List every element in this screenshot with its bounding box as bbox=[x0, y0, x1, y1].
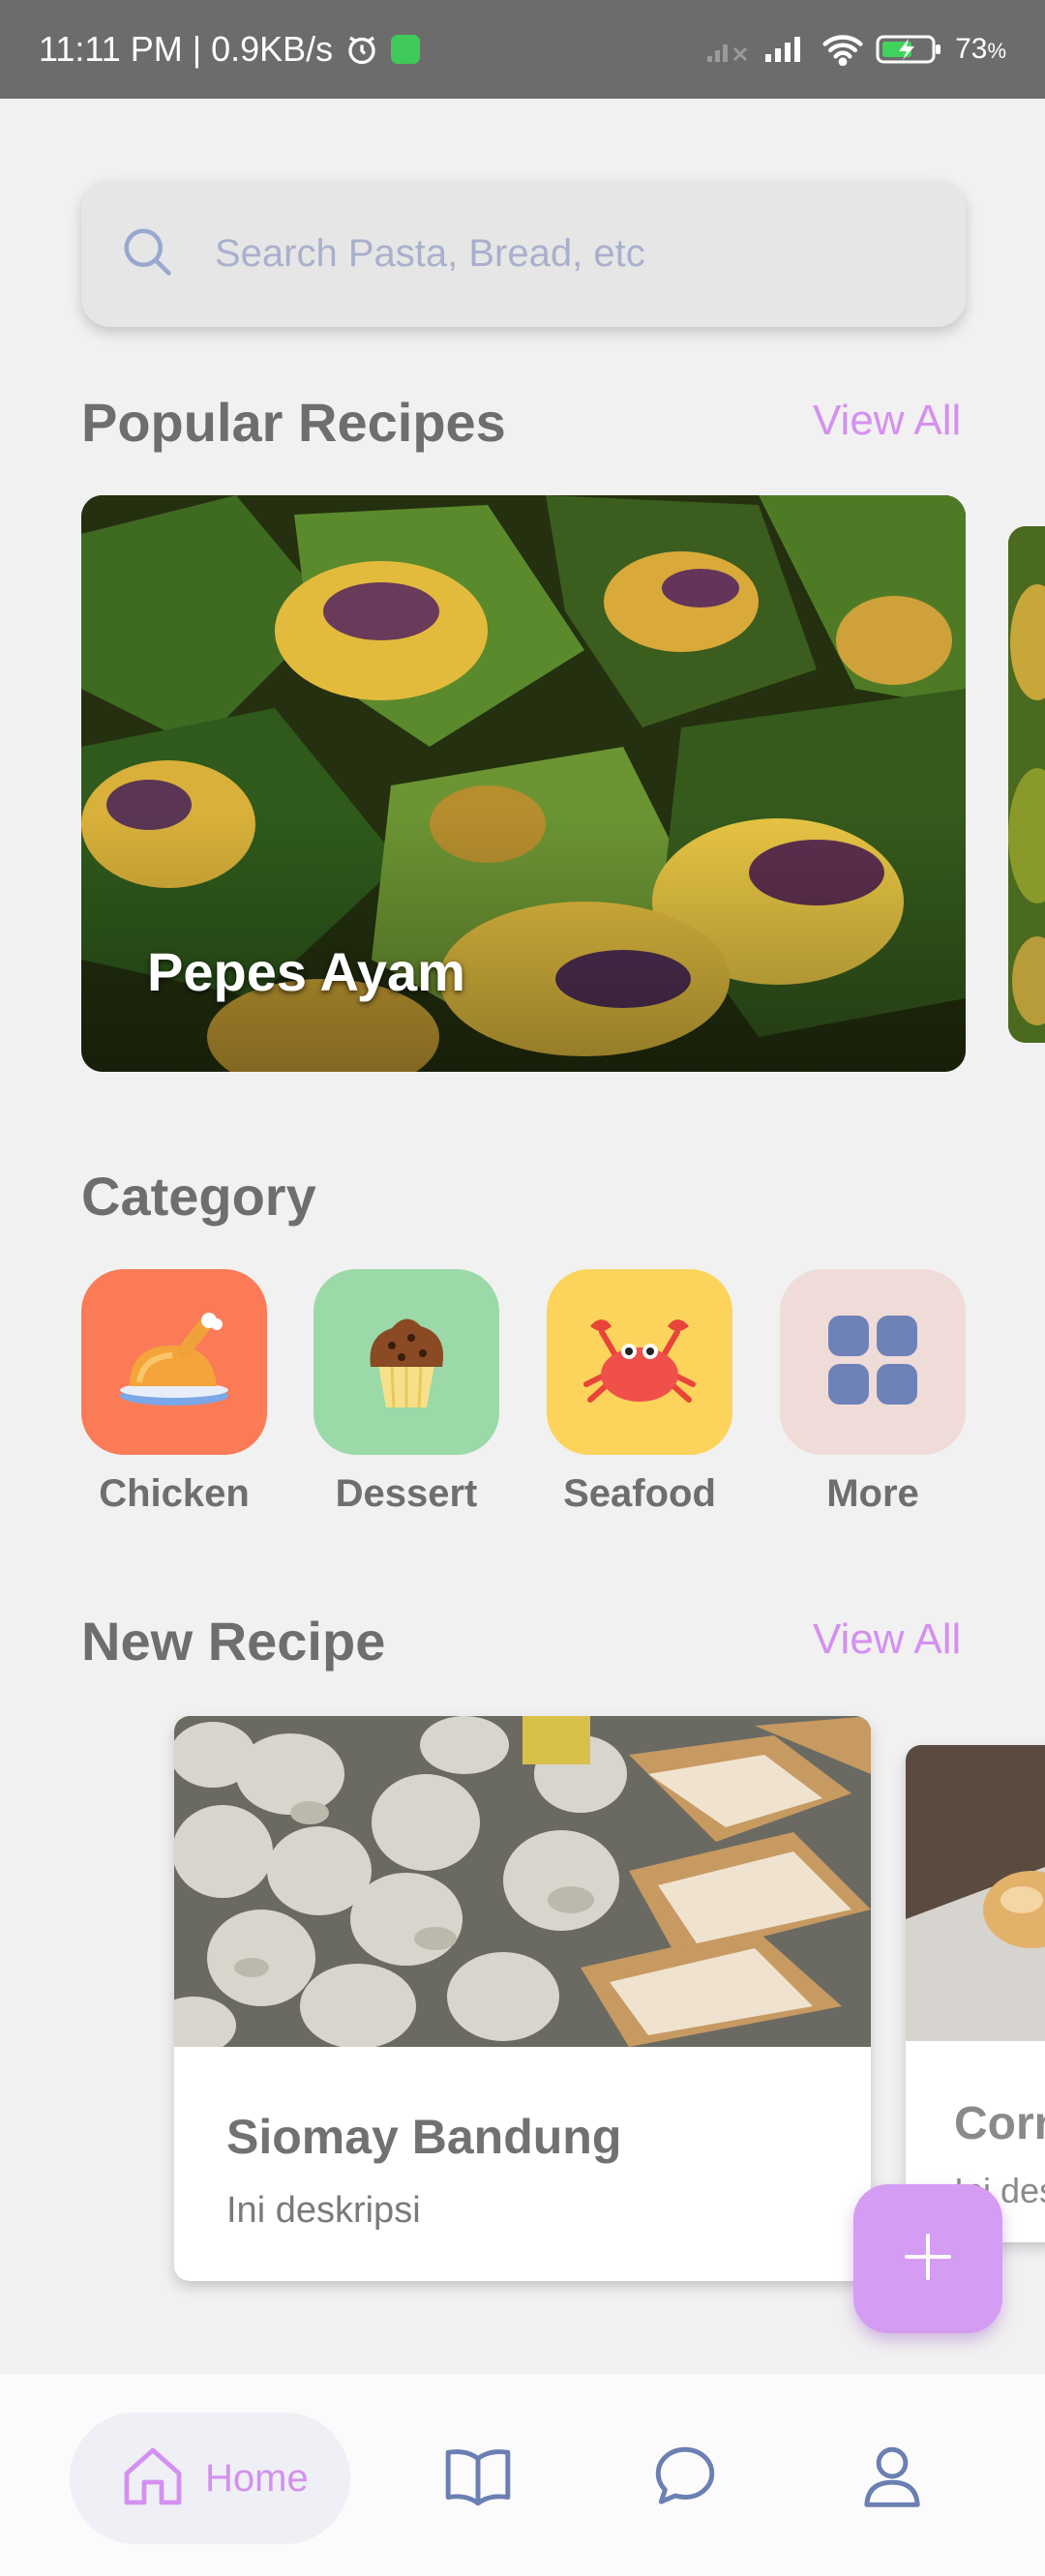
search-input[interactable] bbox=[215, 231, 950, 276]
nav-recipes[interactable] bbox=[432, 2432, 524, 2525]
nav-chat[interactable] bbox=[639, 2432, 732, 2525]
new-recipe-view-all-link[interactable]: View All bbox=[813, 1615, 961, 1664]
nav-profile[interactable] bbox=[846, 2432, 939, 2525]
popular-recipe-title: Pepes Ayam bbox=[147, 941, 465, 1002]
alarm-icon bbox=[344, 32, 379, 67]
user-icon bbox=[856, 2441, 928, 2517]
add-recipe-button[interactable] bbox=[853, 2184, 1002, 2333]
battery-value: 73 bbox=[955, 33, 988, 65]
new-recipe-next-name: Corn bbox=[954, 2098, 1045, 2149]
new-recipe-name: Siomay Bandung bbox=[226, 2110, 622, 2164]
plus-icon bbox=[903, 2232, 953, 2287]
new-recipe-image bbox=[174, 1716, 871, 2047]
status-left: 11:11 PM | 0.9KB/s bbox=[39, 29, 421, 70]
status-right: 73% bbox=[705, 33, 1006, 66]
battery-level: 73% bbox=[955, 33, 1006, 66]
muffin-icon bbox=[363, 1307, 450, 1418]
popular-recipe-card-next[interactable] bbox=[1008, 526, 1045, 1043]
category-title: Category bbox=[81, 1166, 316, 1227]
nav-home[interactable]: Home bbox=[70, 2413, 350, 2544]
category-chicken[interactable] bbox=[81, 1269, 267, 1455]
search-icon bbox=[118, 222, 176, 285]
status-bar: 11:11 PM | 0.9KB/s 73% bbox=[0, 0, 1045, 99]
new-recipe-title: New Recipe bbox=[81, 1611, 386, 1672]
app-notification-icon bbox=[391, 35, 421, 64]
nav-home-label: Home bbox=[205, 2456, 309, 2500]
signal-icon bbox=[763, 35, 810, 64]
new-recipe-card[interactable]: Siomay Bandung Ini deskripsi bbox=[174, 1716, 871, 2281]
popular-recipe-next-image bbox=[1008, 526, 1045, 1043]
popular-recipes-title: Popular Recipes bbox=[81, 392, 506, 453]
category-label-more: More bbox=[826, 1472, 919, 1515]
signal-off-icon bbox=[705, 35, 752, 64]
home-icon bbox=[118, 2442, 188, 2516]
category-dessert[interactable] bbox=[314, 1269, 499, 1455]
wifi-icon bbox=[821, 33, 864, 66]
category-label-dessert: Dessert bbox=[335, 1472, 478, 1515]
chat-bubble-icon bbox=[649, 2441, 721, 2517]
category-more[interactable] bbox=[780, 1269, 966, 1455]
popular-recipe-card[interactable]: Pepes Ayam bbox=[81, 495, 966, 1072]
book-icon bbox=[442, 2441, 514, 2517]
status-time-speed: 11:11 PM | 0.9KB/s bbox=[39, 29, 334, 69]
new-recipe-card-next[interactable]: Corn Ini deskripsi bbox=[906, 1745, 1045, 2242]
crab-icon bbox=[577, 1307, 702, 1418]
grid-icon bbox=[826, 1314, 919, 1411]
search-bar[interactable] bbox=[81, 180, 966, 327]
category-label-seafood: Seafood bbox=[563, 1472, 716, 1515]
popular-view-all-link[interactable]: View All bbox=[813, 397, 961, 445]
category-label-chicken: Chicken bbox=[99, 1472, 250, 1515]
new-recipe-next-image bbox=[906, 1745, 1045, 2041]
category-seafood[interactable] bbox=[547, 1269, 732, 1455]
new-recipe-description: Ini deskripsi bbox=[226, 2190, 421, 2231]
bottom-navigation: Home bbox=[0, 2374, 1045, 2576]
roast-chicken-icon bbox=[116, 1307, 232, 1418]
battery-unit: % bbox=[987, 39, 1006, 63]
battery-charging-icon bbox=[876, 33, 943, 66]
